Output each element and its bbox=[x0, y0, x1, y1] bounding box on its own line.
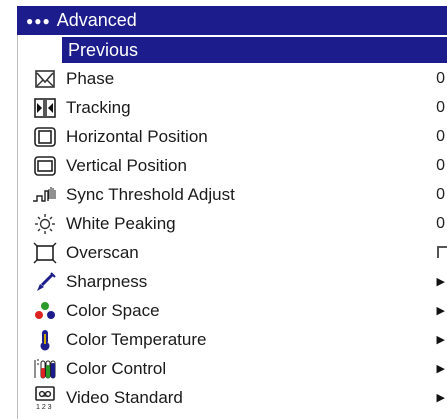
menu-item-color-control[interactable]: Color Control ▶ bbox=[18, 354, 447, 383]
tracking-icon bbox=[30, 96, 60, 120]
svg-text:1 2 3: 1 2 3 bbox=[36, 404, 52, 410]
menu-item-white-peaking[interactable]: White Peaking 0 bbox=[18, 209, 447, 238]
menu-item-sharpness[interactable]: Sharpness ▶ bbox=[18, 267, 447, 296]
menu-title-bar: ●●● Advanced bbox=[17, 6, 447, 35]
menu-item-value: 0 bbox=[436, 69, 445, 87]
previous-label: Previous bbox=[68, 39, 139, 60]
color-temperature-icon bbox=[30, 328, 60, 352]
menu-item-color-temperature[interactable]: Color Temperature ▶ bbox=[18, 325, 447, 354]
advanced-menu: ●●● Advanced Previous Phase 0 Tracking 0… bbox=[0, 0, 447, 419]
menu-item-label: Color Control bbox=[66, 358, 167, 378]
submenu-arrow-icon: ▶ bbox=[436, 305, 445, 317]
menu-item-value: 0 bbox=[436, 156, 445, 174]
menu-item-label: Video Standard bbox=[66, 387, 183, 407]
color-control-icon bbox=[30, 357, 60, 381]
submenu-arrow-icon: ▶ bbox=[436, 392, 445, 404]
menu-item-color-space[interactable]: Color Space ▶ bbox=[18, 296, 447, 325]
menu-item-phase[interactable]: Phase 0 bbox=[18, 64, 447, 93]
vertical-position-icon bbox=[30, 154, 60, 178]
overscan-checkbox[interactable] bbox=[437, 246, 447, 258]
submenu-arrow-icon: ▶ bbox=[436, 363, 445, 375]
phase-icon bbox=[30, 67, 60, 91]
menu-item-horizontal-position[interactable]: Horizontal Position 0 bbox=[18, 122, 447, 151]
menu-item-value: 0 bbox=[436, 127, 445, 145]
video-standard-icon: 1 2 3 bbox=[30, 385, 60, 410]
menu-item-vertical-position[interactable]: Vertical Position 0 bbox=[18, 151, 447, 180]
menu-item-sync-threshold-adjust[interactable]: Sync Threshold Adjust 0 bbox=[18, 180, 447, 209]
menu-item-label: Phase bbox=[66, 68, 115, 88]
menu-item-label: White Peaking bbox=[66, 213, 176, 233]
menu-item-label: Color Temperature bbox=[66, 329, 207, 349]
overscan-icon bbox=[30, 241, 60, 265]
menu-item-label: Vertical Position bbox=[66, 155, 187, 175]
submenu-arrow-icon: ▶ bbox=[436, 276, 445, 288]
sync-threshold-icon bbox=[30, 183, 60, 207]
menu-item-label: Horizontal Position bbox=[66, 126, 208, 146]
white-peaking-icon bbox=[30, 212, 60, 236]
menu-item-label: Sharpness bbox=[66, 271, 148, 291]
menu-item-value: 0 bbox=[436, 185, 445, 203]
menu-item-tracking[interactable]: Tracking 0 bbox=[18, 93, 447, 122]
previous-menu-item[interactable]: Previous bbox=[62, 37, 447, 63]
menu-item-label: Tracking bbox=[66, 97, 131, 117]
horizontal-position-icon bbox=[30, 125, 60, 149]
menu-item-label: Color Space bbox=[66, 300, 160, 320]
menu-item-value: 0 bbox=[436, 98, 445, 116]
three-dots-icon: ●●● bbox=[26, 13, 51, 28]
menu-item-label: Sync Threshold Adjust bbox=[66, 184, 235, 204]
submenu-arrow-icon: ▶ bbox=[436, 334, 445, 346]
menu-title: Advanced bbox=[56, 10, 137, 30]
color-space-icon bbox=[30, 299, 60, 323]
menu-item-overscan[interactable]: Overscan bbox=[18, 238, 447, 267]
menu-item-video-standard[interactable]: 1 2 3 Video Standard ▶ bbox=[18, 383, 447, 412]
menu-item-value: 0 bbox=[436, 214, 445, 232]
menu-item-label: Overscan bbox=[66, 242, 139, 262]
sharpness-icon bbox=[30, 270, 60, 294]
